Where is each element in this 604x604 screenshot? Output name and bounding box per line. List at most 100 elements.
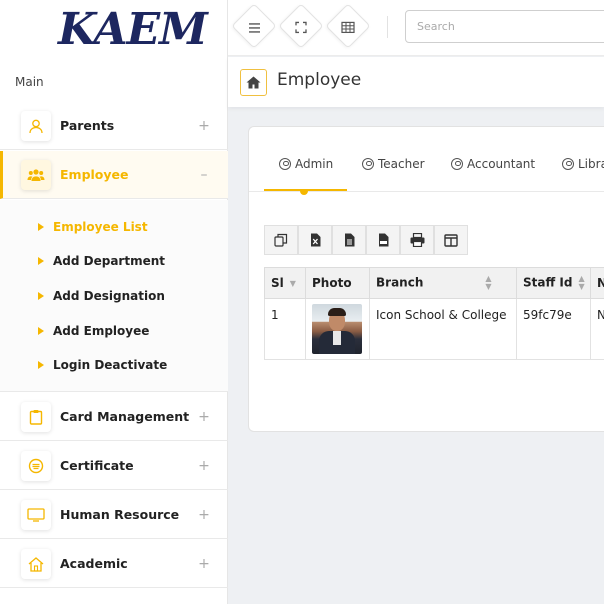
user-icon <box>21 110 51 141</box>
expand-icon[interactable]: + <box>194 458 214 474</box>
print-icon <box>410 233 424 247</box>
sidebar-item-label: Parents <box>60 118 115 133</box>
columns-icon <box>444 233 458 247</box>
table-row[interactable]: 1 Icon School & College 59fc79e N <box>264 298 604 360</box>
csv-icon <box>344 233 354 247</box>
tab-label: Admin <box>295 157 334 171</box>
expand-icon[interactable]: + <box>194 507 214 523</box>
user-circle-icon <box>362 158 374 170</box>
active-tab-dot <box>300 189 308 195</box>
tab-label: Accountant <box>467 157 536 171</box>
sidebar-item-human-resource[interactable]: Human Resource + <box>0 491 228 539</box>
column-header-label: N <box>597 276 604 290</box>
employee-photo[interactable] <box>312 304 362 354</box>
tab-teacher[interactable]: Teacher <box>362 157 425 171</box>
column-header-name[interactable]: N <box>590 267 604 299</box>
column-visibility-button[interactable] <box>434 225 468 255</box>
employee-table: Sl ▼ Photo Branch ▲ ▼ Staff Id ▲ ▼ N 1 Ic <box>264 267 604 360</box>
sidebar-item-certificate[interactable]: Certificate + <box>0 442 228 490</box>
print-button[interactable] <box>400 225 434 255</box>
logo[interactable]: KAEM <box>58 2 208 58</box>
collapse-icon[interactable]: – <box>194 167 214 183</box>
caret-right-icon <box>38 292 44 300</box>
sidebar-item-academic[interactable]: Academic + <box>0 540 228 588</box>
pdf-icon <box>378 233 388 247</box>
sidebar-item-employee[interactable]: Employee – <box>0 151 228 199</box>
photo-shirt <box>333 331 341 345</box>
submenu-add-designation[interactable]: Add Designation <box>38 289 165 303</box>
cell-branch: Icon School & College <box>369 298 517 360</box>
column-header-label: Staff Id <box>523 275 573 290</box>
column-header-label: Photo <box>312 276 352 290</box>
sidebar-item-label: Employee <box>60 167 129 182</box>
submenu-add-department[interactable]: Add Department <box>38 254 165 268</box>
sidebar-item-parents[interactable]: Parents + <box>0 102 228 150</box>
page-title: Employee <box>277 70 362 90</box>
fullscreen-icon <box>285 11 317 43</box>
user-circle-icon <box>451 158 463 170</box>
caret-right-icon <box>38 223 44 231</box>
cell-photo <box>305 298 370 360</box>
export-toolbar <box>264 225 468 255</box>
column-header-branch[interactable]: Branch ▲ ▼ <box>369 267 517 299</box>
column-header-photo: Photo <box>305 267 370 299</box>
grid-icon <box>332 11 364 43</box>
sort-icon: ▲ ▼ <box>578 274 585 291</box>
expand-icon[interactable]: + <box>194 409 214 425</box>
role-tabs: Admin Teacher Accountant Libra <box>249 127 604 195</box>
sidebar-item-label: Certificate <box>60 458 134 473</box>
sort-icon: ▲ ▼ <box>485 274 492 291</box>
submenu-label: Add Department <box>53 254 166 268</box>
certificate-icon <box>21 450 51 481</box>
pdf-button[interactable] <box>366 225 400 255</box>
user-circle-icon <box>279 158 291 170</box>
submenu-add-employee[interactable]: Add Employee <box>38 324 149 338</box>
cell-name: N <box>590 298 604 360</box>
column-header-sl[interactable]: Sl ▼ <box>264 267 306 299</box>
employee-submenu: Employee List Add Department Add Designa… <box>0 200 228 392</box>
submenu-label: Add Employee <box>53 324 150 338</box>
sidebar-item-label: Human Resource <box>60 507 180 522</box>
submenu-login-deactivate[interactable]: Login Deactivate <box>38 358 167 372</box>
sidebar-section-label: Main <box>15 75 44 89</box>
tab-accountant[interactable]: Accountant <box>451 157 535 171</box>
monitor-icon <box>21 499 51 530</box>
sidebar-item-card-management[interactable]: Card Management + <box>0 393 228 441</box>
submenu-employee-list[interactable]: Employee List <box>38 220 148 234</box>
caret-right-icon <box>38 361 44 369</box>
page-header: Employee <box>228 57 604 107</box>
submenu-label: Login Deactivate <box>53 358 168 372</box>
sidebar-item-label: Academic <box>60 556 128 571</box>
menu-icon <box>238 11 270 43</box>
home-button[interactable] <box>240 69 267 96</box>
photo-hair <box>328 308 346 316</box>
expand-icon[interactable]: + <box>194 118 214 134</box>
column-header-label: Branch <box>376 275 424 290</box>
tab-label: Teacher <box>378 157 425 171</box>
users-icon <box>21 159 51 190</box>
column-header-label: Sl <box>271 276 284 290</box>
excel-button[interactable] <box>298 225 332 255</box>
table-header-row: Sl ▼ Photo Branch ▲ ▼ Staff Id ▲ ▼ N <box>264 267 604 299</box>
copy-button[interactable] <box>264 225 298 255</box>
copy-icon <box>274 233 288 247</box>
excel-icon <box>310 233 320 247</box>
column-header-staff-id[interactable]: Staff Id ▲ ▼ <box>516 267 591 299</box>
tab-librarian[interactable]: Libra <box>562 157 604 171</box>
expand-icon[interactable]: + <box>194 556 214 572</box>
caret-right-icon <box>38 257 44 265</box>
home-icon <box>21 548 51 579</box>
sort-desc-icon: ▼ <box>289 278 296 288</box>
user-circle-icon <box>562 158 574 170</box>
home-icon <box>246 76 261 89</box>
tab-admin[interactable]: Admin <box>279 157 333 171</box>
sidebar-item-label: Card Management <box>60 409 190 424</box>
csv-button[interactable] <box>332 225 366 255</box>
submenu-label: Employee List <box>53 220 148 234</box>
cell-sl: 1 <box>264 298 306 360</box>
search-input[interactable] <box>405 10 604 43</box>
sidebar: KAEM Main Parents + Employee – Employee … <box>0 0 228 604</box>
tab-label: Libra <box>578 157 604 171</box>
caret-right-icon <box>38 327 44 335</box>
employee-list-card: Admin Teacher Accountant Libra Sl ▼ <box>248 126 604 432</box>
